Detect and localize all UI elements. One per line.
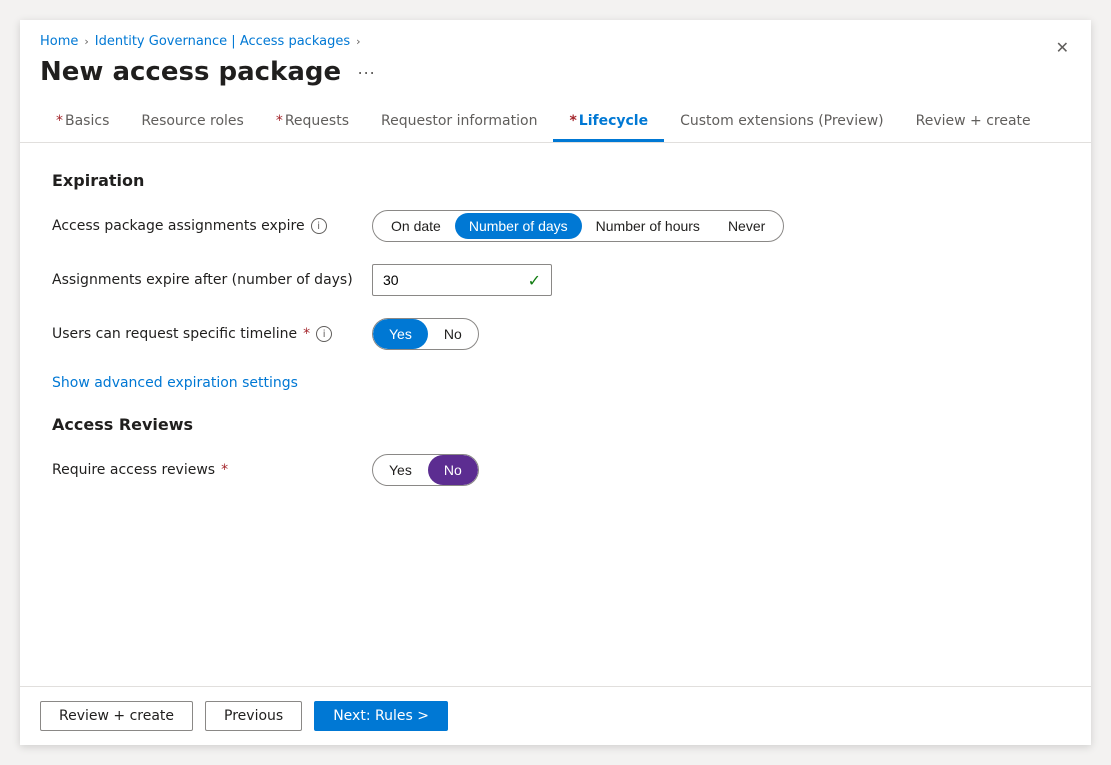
expire-after-check-icon: ✓ xyxy=(528,271,541,290)
tab-resource-roles[interactable]: Resource roles xyxy=(125,103,259,142)
page-header: New access package ··· xyxy=(40,57,1071,87)
expire-after-label: Assignments expire after (number of days… xyxy=(52,272,372,288)
expire-after-input-wrapper: ✓ xyxy=(372,264,552,296)
reviews-required-star: * xyxy=(221,462,228,478)
require-reviews-label: Require access reviews * xyxy=(52,462,372,478)
reviews-no-btn[interactable]: No xyxy=(428,455,478,485)
expire-after-row: Assignments expire after (number of days… xyxy=(52,264,1059,296)
expiration-section: Expiration Access package assignments ex… xyxy=(52,171,1059,391)
access-reviews-section: Access Reviews Require access reviews * … xyxy=(52,415,1059,486)
advanced-link-row: Show advanced expiration settings xyxy=(52,372,1059,391)
expiration-title: Expiration xyxy=(52,171,1059,190)
review-create-button[interactable]: Review + create xyxy=(40,701,193,731)
breadcrumb-home[interactable]: Home xyxy=(40,34,78,49)
top-bar: Home › Identity Governance | Access pack… xyxy=(20,20,1091,143)
footer: Review + create Previous Next: Rules > xyxy=(20,686,1091,745)
expiry-number-of-days-btn[interactable]: Number of days xyxy=(455,213,582,239)
lifecycle-required-star: * xyxy=(569,113,576,129)
tab-requests[interactable]: *Requests xyxy=(260,103,365,142)
specific-timeline-row: Users can request specific timeline * i … xyxy=(52,318,1059,350)
previous-button[interactable]: Previous xyxy=(205,701,302,731)
breadcrumb-sep-2: › xyxy=(356,35,360,48)
tab-bar: *Basics Resource roles *Requests Request… xyxy=(40,103,1071,142)
expiry-never-btn[interactable]: Never xyxy=(714,213,779,239)
requests-required-star: * xyxy=(276,113,283,129)
expiry-options-group: On date Number of days Number of hours N… xyxy=(372,210,784,242)
timeline-yes-btn[interactable]: Yes xyxy=(373,319,428,349)
main-content: Expiration Access package assignments ex… xyxy=(20,143,1091,686)
basics-required-star: * xyxy=(56,113,63,129)
breadcrumb-sep-1: › xyxy=(84,35,88,48)
timeline-yes-no-group: Yes No xyxy=(372,318,479,350)
access-reviews-title: Access Reviews xyxy=(52,415,1059,434)
tab-lifecycle[interactable]: *Lifecycle xyxy=(553,103,664,142)
more-options-button[interactable]: ··· xyxy=(351,60,381,85)
advanced-expiration-link[interactable]: Show advanced expiration settings xyxy=(52,375,298,391)
reviews-yes-btn[interactable]: Yes xyxy=(373,455,428,485)
assignments-expire-info-icon[interactable]: i xyxy=(311,218,327,234)
timeline-no-btn[interactable]: No xyxy=(428,319,478,349)
page-title: New access package xyxy=(40,57,341,87)
specific-timeline-label: Users can request specific timeline * i xyxy=(52,326,372,342)
close-button[interactable]: ✕ xyxy=(1050,34,1075,62)
breadcrumb-governance[interactable]: Identity Governance | Access packages xyxy=(95,34,350,49)
require-reviews-row: Require access reviews * Yes No xyxy=(52,454,1059,486)
expiry-number-of-hours-btn[interactable]: Number of hours xyxy=(582,213,714,239)
assignments-expire-label: Access package assignments expire i xyxy=(52,218,372,234)
tab-review-create[interactable]: Review + create xyxy=(900,103,1047,142)
timeline-info-icon[interactable]: i xyxy=(316,326,332,342)
tab-custom-extensions[interactable]: Custom extensions (Preview) xyxy=(664,103,900,142)
breadcrumb: Home › Identity Governance | Access pack… xyxy=(40,34,1071,49)
expiry-on-date-btn[interactable]: On date xyxy=(377,213,455,239)
tab-requestor-info[interactable]: Requestor information xyxy=(365,103,553,142)
reviews-yes-no-group: Yes No xyxy=(372,454,479,486)
assignments-expire-row: Access package assignments expire i On d… xyxy=(52,210,1059,242)
timeline-required-star: * xyxy=(303,326,310,342)
next-rules-button[interactable]: Next: Rules > xyxy=(314,701,448,731)
main-container: Home › Identity Governance | Access pack… xyxy=(20,20,1091,745)
tab-basics[interactable]: *Basics xyxy=(40,103,125,142)
expire-after-input[interactable] xyxy=(383,272,503,288)
